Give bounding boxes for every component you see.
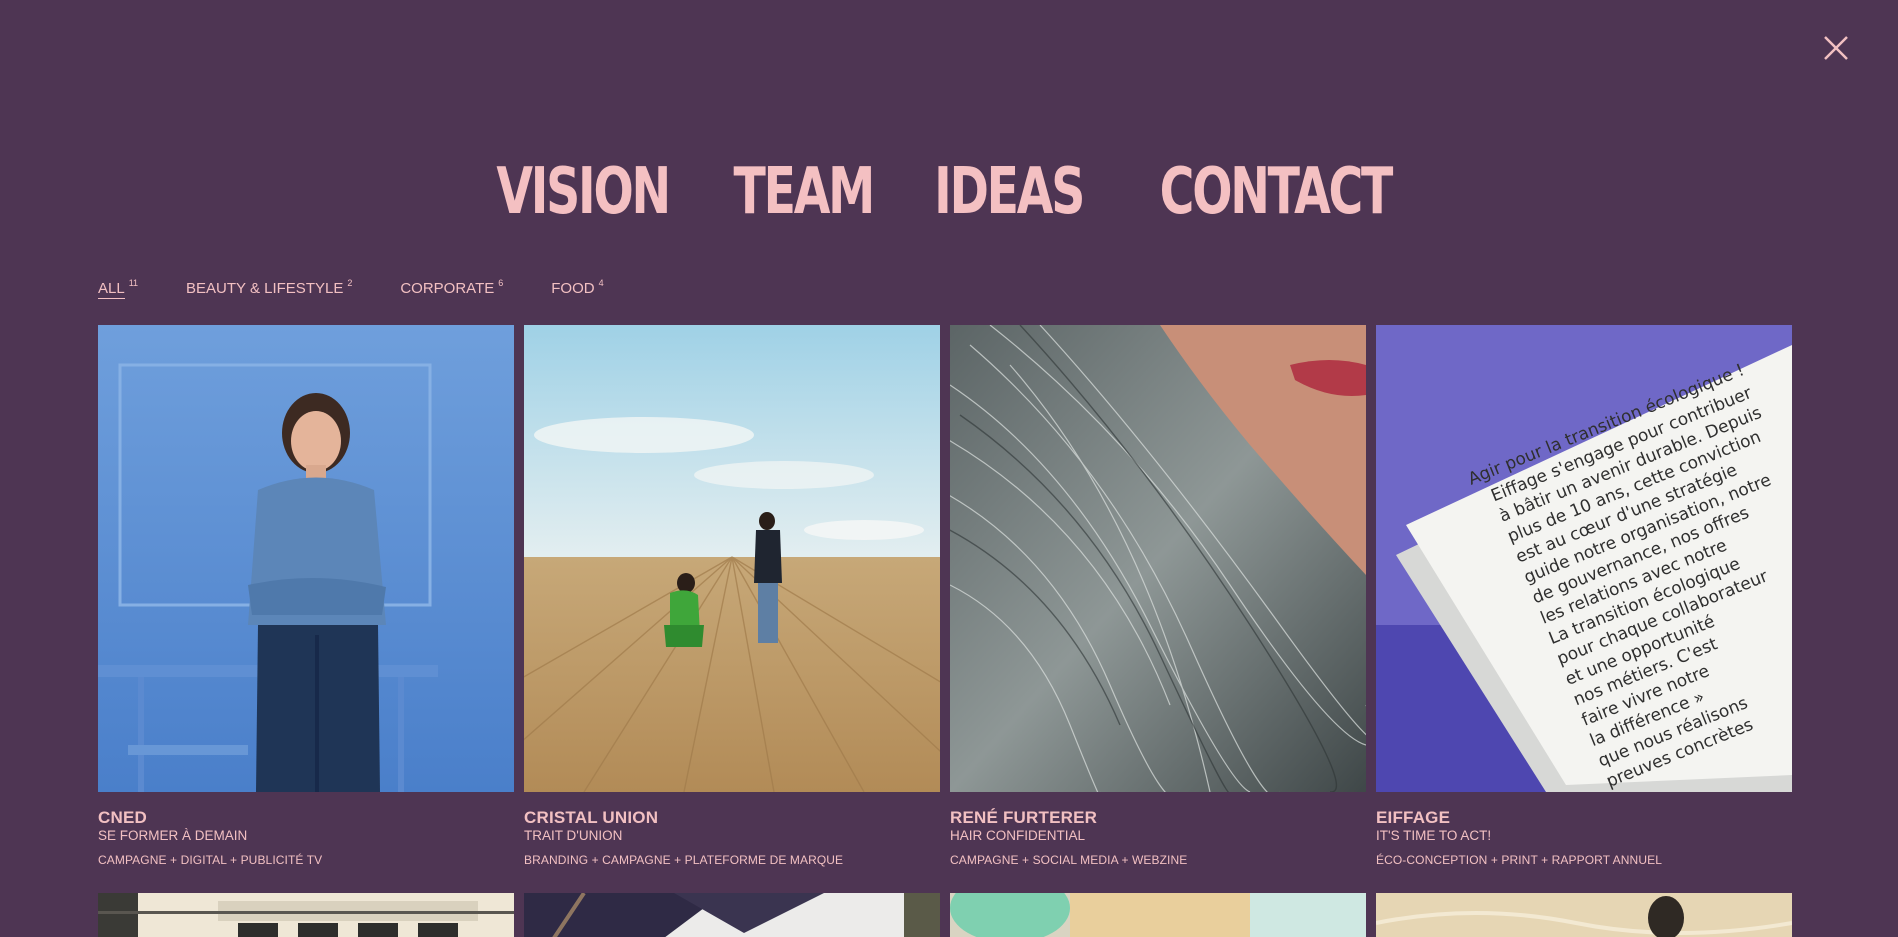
project-grid-row-2 — [98, 893, 1792, 937]
project-card-cristal-union[interactable]: CRISTAL UNION TRAIT D'UNION BRANDING + C… — [524, 325, 940, 867]
project-subtitle: IT'S TIME TO ACT! — [1376, 828, 1492, 843]
project-card-water[interactable] — [1376, 893, 1792, 937]
nav-team[interactable]: TEAM — [734, 158, 876, 226]
filter-count: 2 — [347, 278, 353, 288]
filter-label: FOOD — [551, 280, 595, 297]
project-grid: CNED SE FORMER À DEMAIN CAMPAGNE + DIGIT… — [98, 325, 1792, 867]
project-image-building — [98, 893, 514, 937]
project-tags: ÉCO-CONCEPTION + PRINT + RAPPORT ANNUEL — [1376, 853, 1662, 867]
project-card-structure[interactable] — [524, 893, 940, 937]
project-image-rene-furterer — [950, 325, 1366, 792]
filter-label: CORPORATE — [400, 280, 495, 297]
nav-contact[interactable]: CONTACT — [1160, 158, 1394, 226]
project-card-cup[interactable] — [950, 893, 1366, 937]
project-title: RENÉ FURTERER — [950, 808, 1098, 827]
project-subtitle: HAIR CONFIDENTIAL — [950, 828, 1086, 843]
filter-beauty-lifestyle[interactable]: BEAUTY & LIFESTYLE 2 — [186, 278, 353, 297]
project-card-eiffage[interactable]: Agir pour la transition écologique ! Eif… — [1376, 325, 1792, 867]
project-image-structure — [524, 893, 940, 937]
filter-label: BEAUTY & LIFESTYLE — [186, 280, 344, 297]
project-card-cned[interactable]: CNED SE FORMER À DEMAIN CAMPAGNE + DIGIT… — [98, 325, 514, 867]
project-image-eiffage: Agir pour la transition écologique ! Eif… — [1376, 325, 1792, 792]
filter-count: 6 — [498, 278, 504, 288]
project-image-cup — [950, 893, 1366, 937]
project-title: CNED — [98, 808, 147, 827]
project-tags: CAMPAGNE + DIGITAL + PUBLICITÉ TV — [98, 853, 323, 867]
project-card-rene-furterer[interactable]: RENÉ FURTERER HAIR CONFIDENTIAL CAMPAGNE… — [950, 325, 1366, 867]
project-tags: BRANDING + CAMPAGNE + PLATEFORME DE MARQ… — [524, 853, 844, 867]
project-subtitle: TRAIT D'UNION — [524, 828, 623, 843]
project-image-water — [1376, 893, 1792, 937]
nav-ideas[interactable]: IDEAS — [934, 158, 1085, 226]
filter-all[interactable]: ALL 11 — [98, 278, 139, 299]
project-subtitle: SE FORMER À DEMAIN — [98, 828, 248, 843]
category-filters: ALL 11 BEAUTY & LIFESTYLE 2 CORPORATE 6 FOO… — [98, 278, 604, 299]
project-title: CRISTAL UNION — [524, 808, 659, 827]
close-icon — [1824, 36, 1848, 60]
filter-label: ALL — [98, 280, 125, 299]
filter-count: 11 — [128, 278, 139, 288]
filter-count: 4 — [598, 278, 604, 288]
nav-vision[interactable]: VISION — [496, 158, 671, 226]
project-title: EIFFAGE — [1376, 808, 1451, 827]
project-card-building[interactable] — [98, 893, 514, 937]
filter-corporate[interactable]: CORPORATE 6 — [400, 278, 504, 297]
main-nav: VISION TEAM IDEAS CONTACT — [0, 158, 1898, 226]
project-tags: CAMPAGNE + SOCIAL MEDIA + WEBZINE — [950, 853, 1188, 867]
close-button[interactable] — [1822, 34, 1850, 62]
project-image-cned — [98, 325, 514, 792]
filter-food[interactable]: FOOD 4 — [551, 278, 604, 297]
project-image-cristal-union — [524, 325, 940, 792]
